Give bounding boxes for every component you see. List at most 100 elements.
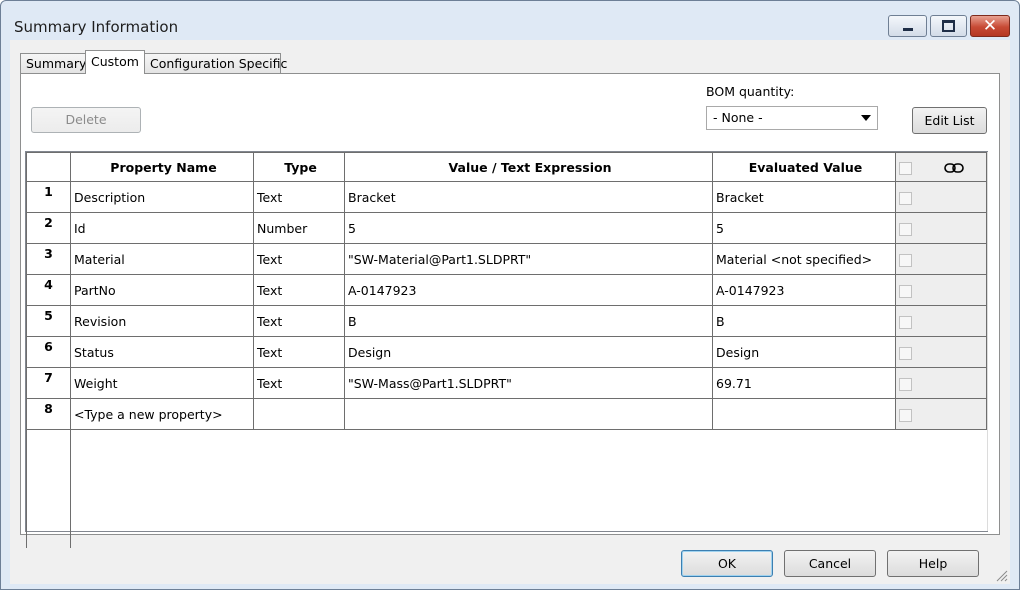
evaluated-value-cell: 5 [712,212,896,244]
new-property-name-cell[interactable]: <Type a new property> [70,398,254,430]
row-number[interactable]: 8 [26,398,71,430]
row-number[interactable]: 4 [26,274,71,306]
properties-table: Property Name Type Value / Text Expressi… [26,152,987,548]
evaluated-value-cell [712,398,896,430]
link-checkbox[interactable] [899,315,912,329]
tab-summary[interactable]: Summary [20,53,86,73]
evaluated-value-cell: Design [712,336,896,368]
evaluated-value-cell: B [712,305,896,337]
table-row[interactable]: 1 Description Text Bracket Bracket [26,181,987,213]
column-header-property-name[interactable]: Property Name [70,152,254,182]
ok-button[interactable]: OK [681,550,773,577]
row-number[interactable]: 1 [26,181,71,213]
window-title: Summary Information [14,18,179,36]
value-cell[interactable]: "SW-Material@Part1.SLDPRT" [344,243,713,275]
table-row[interactable]: 6 Status Text Design Design [26,336,987,368]
row-number[interactable]: 6 [26,336,71,368]
type-cell[interactable]: Number [253,212,345,244]
evaluated-value-cell: 69.71 [712,367,896,399]
type-cell[interactable] [253,398,345,430]
new-property-row[interactable]: 8 <Type a new property> [26,398,987,430]
title-bar[interactable]: Summary Information ✕ [1,1,1019,41]
close-icon: ✕ [982,15,998,36]
link-checkbox[interactable] [899,191,912,205]
link-cell [895,398,987,430]
property-name-cell[interactable]: Weight [70,367,254,399]
bom-quantity-value: - None - [713,110,763,125]
link-checkbox[interactable] [899,222,912,236]
property-name-cell[interactable]: PartNo [70,274,254,306]
link-checkbox[interactable] [899,346,912,360]
property-name-cell[interactable]: Material [70,243,254,275]
property-name-cell[interactable]: Revision [70,305,254,337]
table-header-row: Property Name Type Value / Text Expressi… [26,152,987,182]
cancel-button[interactable]: Cancel [784,550,876,577]
maximize-button[interactable] [930,15,967,37]
bom-quantity-select[interactable]: - None - [706,106,878,130]
value-cell[interactable]: "SW-Mass@Part1.SLDPRT" [344,367,713,399]
link-cell [895,212,987,244]
link-checkbox[interactable] [899,377,912,391]
value-cell[interactable]: A-0147923 [344,274,713,306]
empty-grid-area [70,429,987,548]
column-header-value[interactable]: Value / Text Expression [344,152,713,182]
link-icon [944,163,965,173]
link-checkbox[interactable] [899,253,912,267]
resize-grip-icon[interactable] [996,570,1008,582]
type-cell[interactable]: Text [253,181,345,213]
dialog-body: Summary Custom Configuration Specific De… [10,40,1010,584]
link-cell [895,274,987,306]
property-name-cell[interactable]: Id [70,212,254,244]
properties-grid: Property Name Type Value / Text Expressi… [25,151,988,548]
type-cell[interactable]: Text [253,305,345,337]
value-cell[interactable]: Design [344,336,713,368]
tab-configuration-specific[interactable]: Configuration Specific [144,53,287,73]
table-row[interactable]: 7 Weight Text "SW-Mass@Part1.SLDPRT" 69.… [26,367,987,399]
evaluated-value-cell: Material <not specified> [712,243,896,275]
edit-list-button[interactable]: Edit List [912,107,987,134]
bom-quantity-label: BOM quantity: [706,84,795,99]
link-checkbox[interactable] [899,284,912,298]
summary-information-dialog: Summary Information ✕ Summary Custom Con… [0,0,1020,590]
link-checkbox[interactable] [899,408,912,422]
grid-edge [987,152,988,531]
maximize-icon [942,20,955,32]
link-cell [895,181,987,213]
minimize-icon [902,28,913,31]
tab-custom[interactable]: Custom [85,50,145,74]
table-row[interactable]: 3 Material Text "SW-Material@Part1.SLDPR… [26,243,987,275]
value-cell[interactable]: B [344,305,713,337]
row-header-corner[interactable] [26,152,71,182]
table-row[interactable]: 5 Revision Text B B [26,305,987,337]
value-cell[interactable] [344,398,713,430]
select-all-checkbox[interactable] [899,161,912,175]
dropdown-arrow-icon [861,115,871,121]
row-number[interactable]: 2 [26,212,71,244]
custom-properties-panel: Delete BOM quantity: - None - Edit List … [20,73,1000,548]
link-cell [895,336,987,368]
row-number[interactable]: 7 [26,367,71,399]
value-cell[interactable]: 5 [344,212,713,244]
value-cell[interactable]: Bracket [344,181,713,213]
type-cell[interactable]: Text [253,367,345,399]
row-number-gutter [26,429,71,548]
evaluated-value-cell: Bracket [712,181,896,213]
type-cell[interactable]: Text [253,274,345,306]
minimize-button[interactable] [888,15,927,37]
table-row[interactable]: 4 PartNo Text A-0147923 A-0147923 [26,274,987,306]
property-name-cell[interactable]: Description [70,181,254,213]
table-row[interactable]: 2 Id Number 5 5 [26,212,987,244]
help-button[interactable]: Help [887,550,979,577]
row-number[interactable]: 5 [26,305,71,337]
evaluated-value-cell: A-0147923 [712,274,896,306]
column-header-link [895,152,987,182]
delete-button[interactable]: Delete [31,107,141,133]
column-header-type[interactable]: Type [253,152,345,182]
type-cell[interactable]: Text [253,243,345,275]
row-number[interactable]: 3 [26,243,71,275]
link-cell [895,243,987,275]
property-name-cell[interactable]: Status [70,336,254,368]
close-button[interactable]: ✕ [970,15,1010,37]
column-header-evaluated-value[interactable]: Evaluated Value [712,152,896,182]
type-cell[interactable]: Text [253,336,345,368]
